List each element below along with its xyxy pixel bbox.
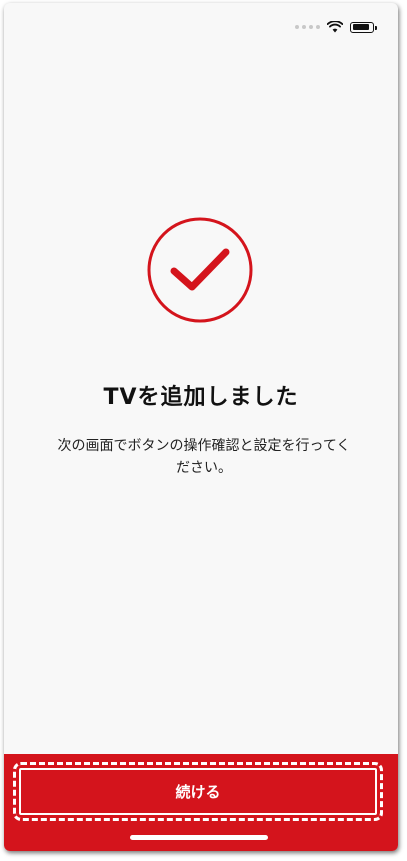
cellular-signal-icon <box>295 25 320 29</box>
wifi-icon <box>327 21 343 33</box>
home-indicator[interactable] <box>130 835 268 840</box>
battery-icon <box>350 21 377 33</box>
bottom-bar: 続ける <box>4 754 398 851</box>
description-text: 次の画面でボタンの操作確認と設定を行ってください。 <box>57 438 351 476</box>
status-bar <box>295 21 377 33</box>
app-screen: TVを追加しました 次の画面でボタンの操作確認と設定を行ってください。 続ける <box>4 3 398 851</box>
page-title: TVを追加しました <box>103 385 299 410</box>
checkmark-circle-icon <box>147 217 253 323</box>
continue-button[interactable]: 続ける <box>13 762 383 821</box>
